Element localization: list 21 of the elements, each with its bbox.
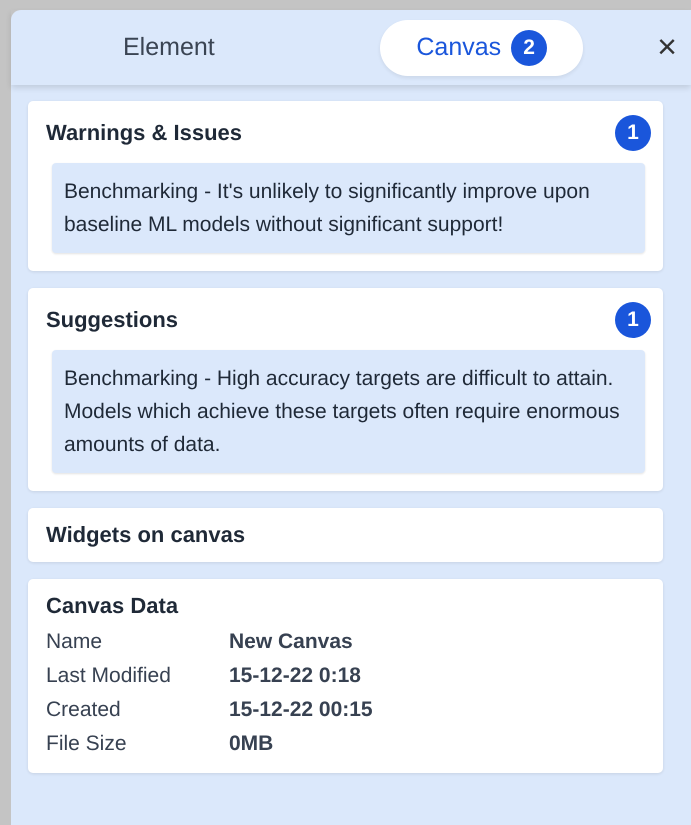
close-button[interactable]: × <box>653 28 681 67</box>
message-text: Benchmarking - High accuracy targets are difficult to attain. Models which achieve these targets often require enormous amounts of data. <box>52 350 645 473</box>
section-title: Suggestions <box>46 307 178 333</box>
section-title: Widgets on canvas <box>46 522 246 548</box>
field-value: 15-12-22 00:15 <box>229 697 374 723</box>
field-value: 15-12-22 0:18 <box>229 663 362 689</box>
section-card[interactable]: Widgets on canvas <box>28 508 663 562</box>
count-badge: 2 <box>511 30 548 66</box>
count-badge: 1 <box>615 302 651 338</box>
field-value: 0MB <box>229 731 274 757</box>
field-value: New Canvas <box>229 629 354 655</box>
count-badge: 1 <box>615 115 651 151</box>
field-label: Created <box>46 697 122 723</box>
section-title: Warnings & Issues <box>46 120 242 146</box>
tab[interactable]: Element <box>87 20 251 76</box>
field-label: File Size <box>46 731 128 757</box>
field-label: Last Modified <box>46 663 172 689</box>
field-label: Name <box>46 629 104 655</box>
message-text: Benchmarking - It's unlikely to significantly improve upon baseline ML models without significant support! <box>52 163 645 253</box>
section-title: Canvas Data <box>46 593 180 619</box>
tab[interactable]: Canvas 2 <box>380 20 584 76</box>
